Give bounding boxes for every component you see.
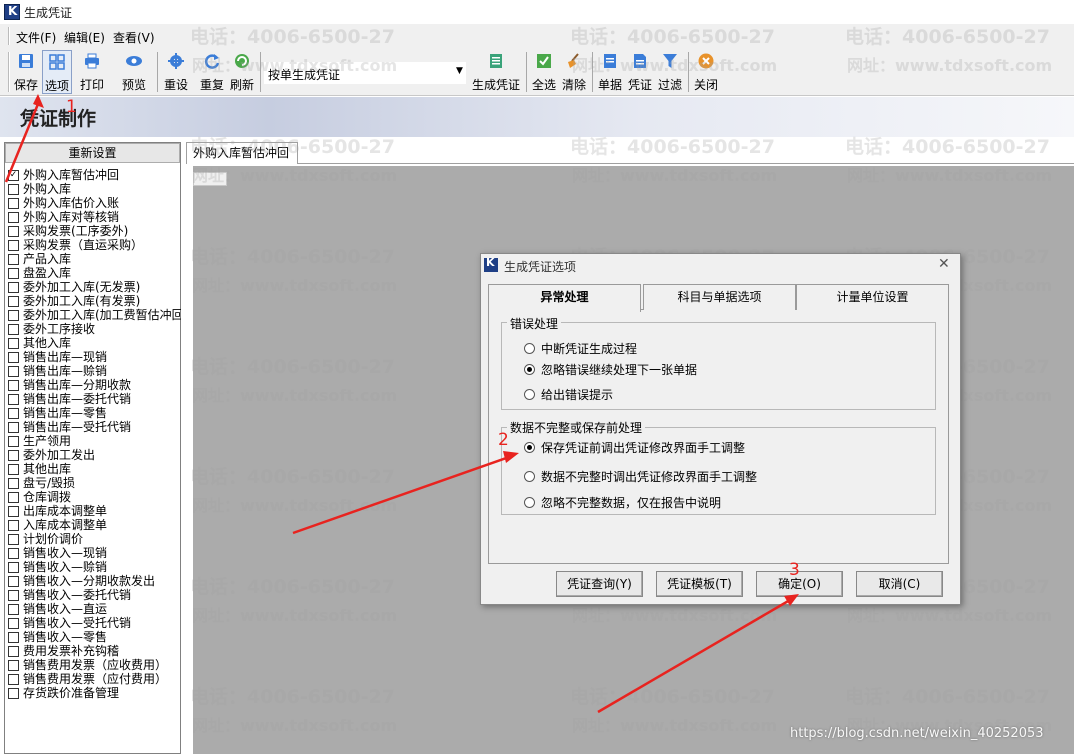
annotation-label-1: 1 (66, 97, 77, 117)
annotation-arrows (4, 94, 799, 714)
source-credit: https://blog.csdn.net/weixin_40252053 (790, 726, 1044, 741)
annotation-arrow-1 (4, 103, 40, 183)
annotation-label-3: 3 (789, 560, 800, 580)
annotation-arrow-2 (292, 455, 510, 535)
annotation-arrowhead-3 (784, 594, 799, 606)
annotation-label-2: 2 (498, 430, 509, 450)
tab-exception-handling[interactable]: 异常处理 (488, 284, 641, 312)
annotation-arrowhead-1 (33, 94, 44, 108)
annotation-arrowhead-2 (503, 451, 519, 463)
annotation-arrow-3 (597, 598, 791, 714)
